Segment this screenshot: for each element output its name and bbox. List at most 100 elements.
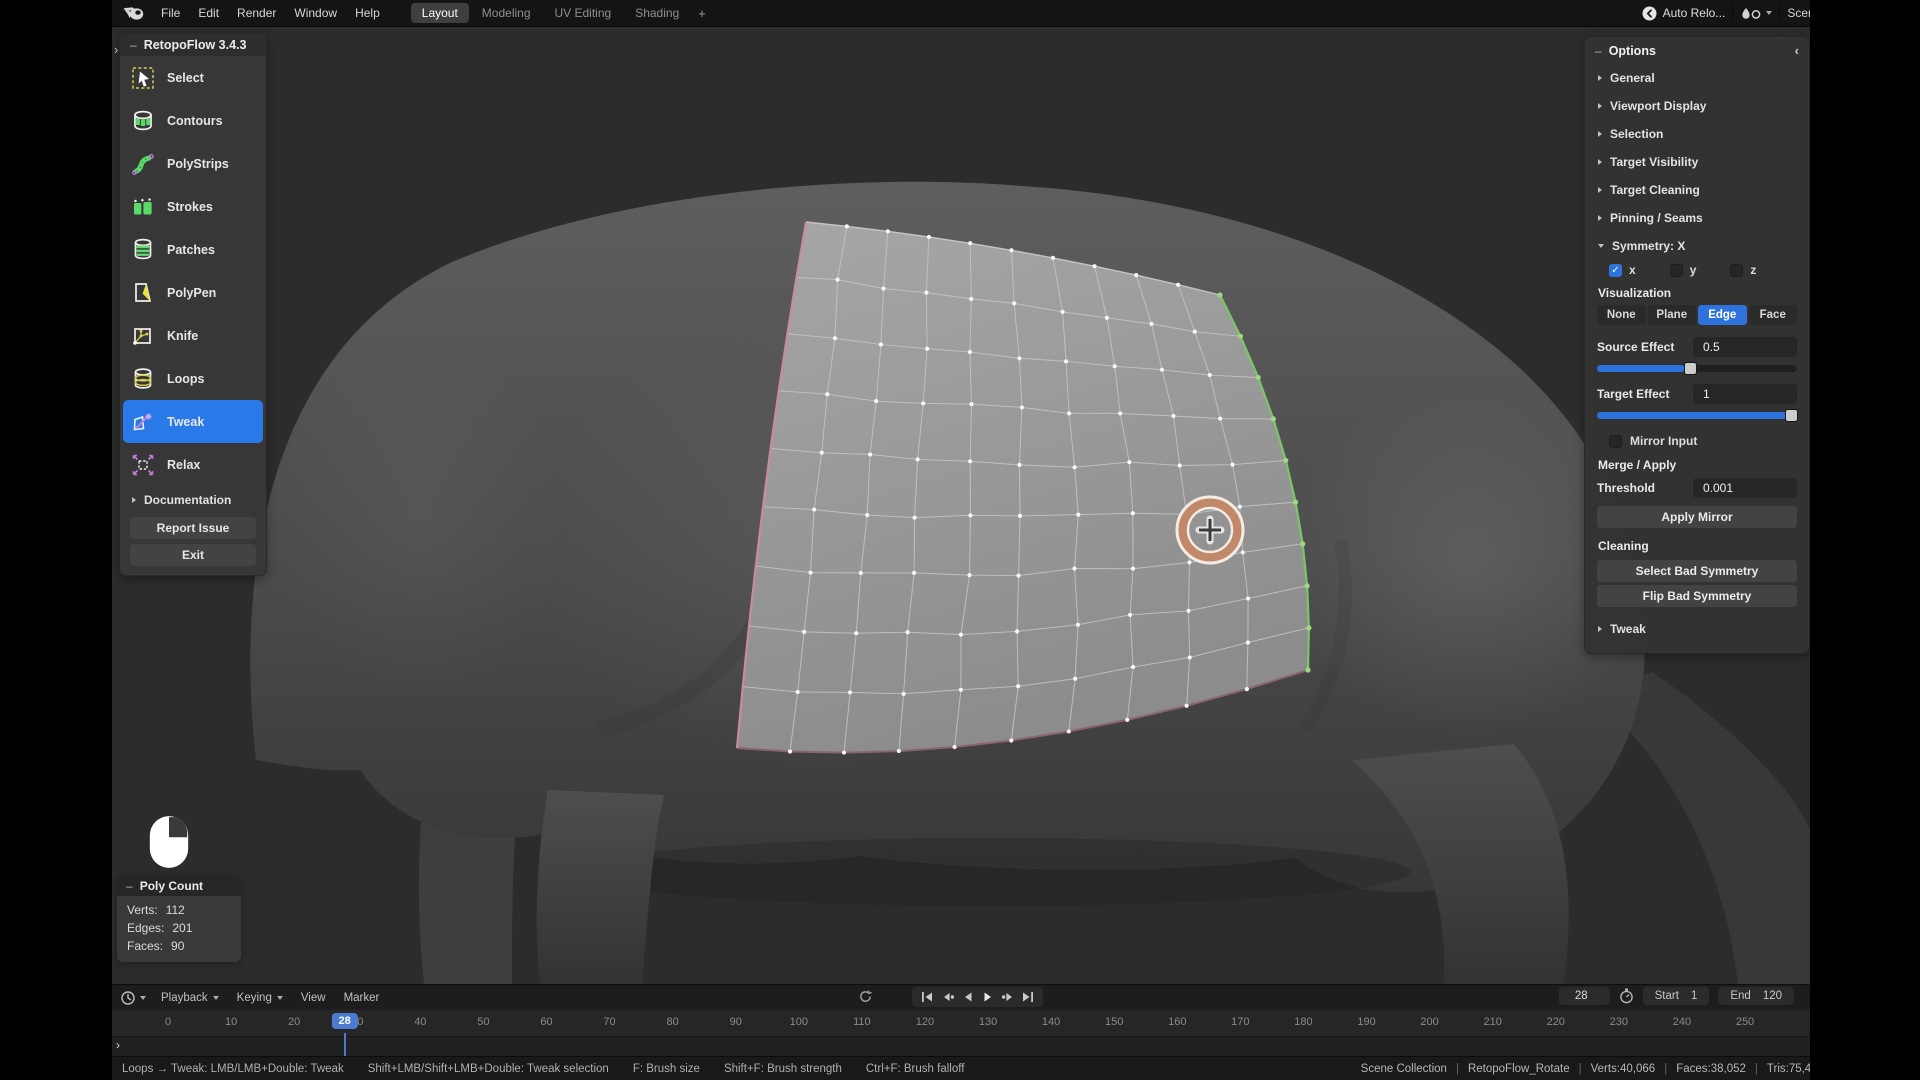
timeline-expand-icon[interactable]: ›: [116, 1038, 120, 1052]
options-title: Options: [1609, 44, 1656, 58]
tool-knife[interactable]: Knife: [120, 314, 266, 357]
select-bad-symmetry-button[interactable]: Select Bad Symmetry: [1597, 560, 1797, 582]
next-keyframe-button[interactable]: [999, 988, 1016, 1006]
jump-to-end-button[interactable]: [1019, 988, 1036, 1006]
triangle-down-icon: [1598, 244, 1604, 248]
playhead-frame-badge[interactable]: 28: [331, 1013, 357, 1029]
symmetry-axis-x[interactable]: ✓x: [1609, 263, 1636, 277]
timeline-menu-marker[interactable]: Marker: [335, 992, 389, 1004]
poly-count-row: Faces:90: [117, 937, 241, 955]
editor-type-dropdown[interactable]: [120, 990, 152, 1006]
frame-tick: 100: [790, 1016, 808, 1028]
tool-loops[interactable]: Loops: [120, 357, 266, 400]
panel-collapse-icon[interactable]: ‹: [1795, 43, 1799, 58]
triangle-right-icon: [1598, 103, 1602, 109]
frame-tick: 200: [1420, 1016, 1438, 1028]
tool-tweak[interactable]: Tweak: [123, 400, 263, 443]
unchecked-checkbox-icon[interactable]: [1670, 264, 1683, 277]
poly-count-value: 112: [166, 903, 185, 917]
blender-logo-icon[interactable]: [122, 5, 148, 21]
visualization-plane-button[interactable]: Plane: [1648, 305, 1697, 325]
prev-keyframe-button[interactable]: [939, 988, 956, 1006]
menu-render[interactable]: Render: [228, 0, 285, 26]
tool-contours[interactable]: Contours: [120, 99, 266, 142]
section-target-cleaning[interactable]: Target Cleaning: [1585, 176, 1809, 204]
triangle-right-icon: [132, 497, 136, 503]
symmetry-title: Symmetry: X: [1612, 239, 1685, 253]
tool-patches[interactable]: Patches: [120, 228, 266, 271]
flip-bad-symmetry-button[interactable]: Flip Bad Symmetry: [1597, 585, 1797, 607]
timeline-track-area[interactable]: [112, 1036, 1810, 1056]
unchecked-checkbox-icon[interactable]: [1730, 264, 1743, 277]
visualization-edge-button[interactable]: Edge: [1698, 305, 1747, 325]
playhead-line[interactable]: [344, 1033, 346, 1056]
workspace-tab-modeling[interactable]: Modeling: [471, 3, 542, 23]
report-issue-button[interactable]: Report Issue: [130, 517, 256, 539]
workspace-tab-layout[interactable]: Layout: [411, 3, 469, 23]
jump-to-start-button[interactable]: [919, 988, 936, 1006]
viewport-shading-dropdown[interactable]: [1740, 6, 1772, 20]
menu-edit[interactable]: Edit: [189, 0, 228, 26]
play-reverse-button[interactable]: [959, 988, 976, 1006]
mirror-input-row[interactable]: Mirror Input: [1585, 422, 1809, 450]
strokes-icon: [128, 192, 158, 222]
tool-select[interactable]: Select: [120, 56, 266, 99]
timeline-ruler[interactable]: 0102030405060708090100110120130140150160…: [112, 1010, 1810, 1036]
tool-polypen[interactable]: PolyPen: [120, 271, 266, 314]
scene-selector[interactable]: Scer: [1787, 6, 1810, 20]
timeline-menu-keying[interactable]: Keying: [228, 992, 292, 1004]
frame-end-field[interactable]: End 120: [1718, 987, 1794, 1005]
symmetry-axis-z[interactable]: z: [1730, 263, 1756, 277]
playback-controls: [912, 987, 1043, 1007]
section-tweak[interactable]: Tweak: [1585, 615, 1809, 643]
section-viewport-display[interactable]: Viewport Display: [1585, 92, 1809, 120]
documentation-row[interactable]: Documentation: [120, 486, 266, 512]
timeline-menu-playback[interactable]: Playback: [152, 992, 228, 1004]
add-workspace-button[interactable]: +: [690, 6, 714, 21]
menu-window[interactable]: Window: [285, 0, 346, 26]
threshold-label: Threshold: [1597, 481, 1655, 495]
select-cursor-icon: [128, 63, 158, 93]
target-effect-field[interactable]: 1: [1693, 384, 1797, 404]
menu-help[interactable]: Help: [346, 0, 389, 26]
visualization-none-button[interactable]: None: [1597, 305, 1646, 325]
exit-button[interactable]: Exit: [130, 544, 256, 566]
shading-mode-icon: [1740, 6, 1762, 20]
section-pinning-seams[interactable]: Pinning / Seams: [1585, 204, 1809, 232]
source-effect-field[interactable]: 0.5: [1693, 337, 1797, 357]
menu-file[interactable]: File: [152, 0, 189, 26]
refresh-icon[interactable]: [858, 989, 873, 1009]
sidebar-expand-icon[interactable]: ›: [114, 42, 118, 57]
threshold-field[interactable]: 0.001: [1693, 478, 1797, 498]
stopwatch-icon[interactable]: [1619, 988, 1634, 1004]
timeline-menu-view[interactable]: View: [292, 992, 335, 1004]
auto-reload-button[interactable]: Auto Relo...: [1642, 6, 1726, 21]
section-target-visibility[interactable]: Target Visibility: [1585, 148, 1809, 176]
mirror-input-checkbox[interactable]: [1609, 435, 1622, 448]
retopoflow-panel-header[interactable]: – RetopoFlow 3.4.3: [120, 34, 266, 56]
poly-count-label: Edges:: [127, 921, 164, 935]
section-selection[interactable]: Selection: [1585, 120, 1809, 148]
tool-strokes[interactable]: Strokes: [120, 185, 266, 228]
visualization-face-button[interactable]: Face: [1749, 305, 1798, 325]
options-header[interactable]: – Options ‹: [1585, 37, 1809, 64]
tool-polystrips[interactable]: PolyStrips: [120, 142, 266, 185]
section-general[interactable]: General: [1585, 64, 1809, 92]
source-effect-slider[interactable]: [1585, 362, 1809, 375]
workspace-tab-shading[interactable]: Shading: [624, 3, 690, 23]
current-frame-field[interactable]: 28: [1559, 987, 1610, 1005]
tool-relax[interactable]: Relax: [120, 443, 266, 486]
tool-list: SelectContoursPolyStripsStrokesPatchesPo…: [120, 56, 266, 486]
poly-count-header[interactable]: – Poly Count: [117, 876, 241, 896]
section-symmetry[interactable]: Symmetry: X: [1585, 232, 1809, 260]
frame-tick: 20: [288, 1016, 300, 1028]
workspace-tab-uv-editing[interactable]: UV Editing: [544, 3, 623, 23]
viewport-3d[interactable]: [112, 27, 1810, 984]
apply-mirror-button[interactable]: Apply Mirror: [1597, 506, 1797, 528]
target-effect-slider[interactable]: [1585, 409, 1809, 422]
play-button[interactable]: [979, 988, 996, 1006]
symmetry-axis-y[interactable]: y: [1670, 263, 1697, 277]
checked-checkbox-icon[interactable]: ✓: [1609, 264, 1622, 277]
frame-start-field[interactable]: Start 1: [1643, 987, 1710, 1005]
blender-window: FileEditRenderWindowHelp LayoutModelingU…: [112, 0, 1810, 1080]
